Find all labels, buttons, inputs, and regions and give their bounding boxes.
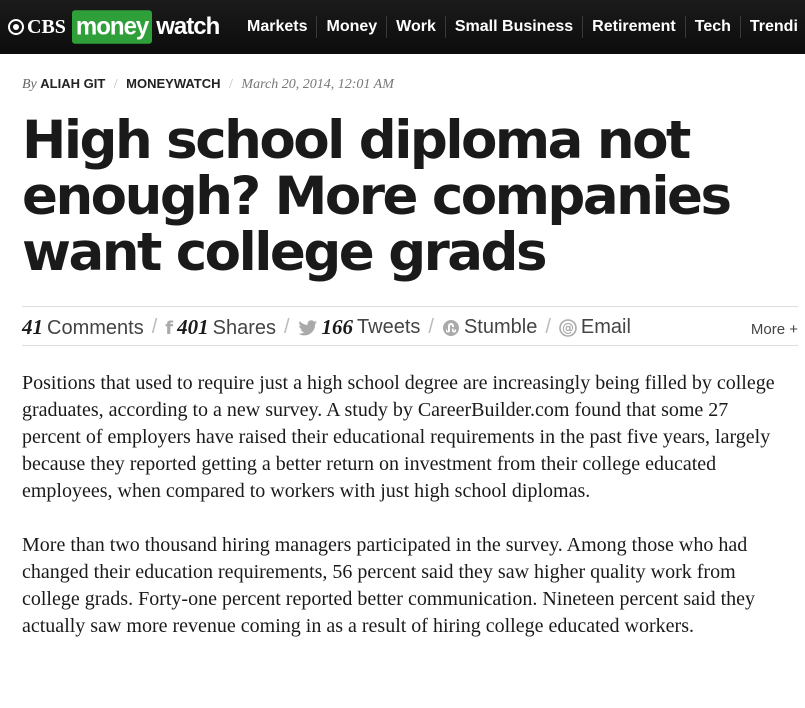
byline-separator: / xyxy=(229,77,233,92)
nav-work[interactable]: Work xyxy=(386,16,445,38)
article-paragraph: More than two thousand hiring managers p… xyxy=(22,534,756,637)
nav-money[interactable]: Money xyxy=(316,16,386,38)
share-divider: / xyxy=(151,316,158,338)
share-divider: / xyxy=(283,316,290,338)
author-link[interactable]: ALIAH GIT xyxy=(40,76,105,91)
comments-label: Comments xyxy=(47,317,144,339)
at-sign-icon: @ xyxy=(559,318,577,337)
nav-markets[interactable]: Markets xyxy=(238,16,316,38)
section-nav: Markets Money Work Small Business Retire… xyxy=(238,0,805,54)
email-share-button[interactable]: @ Email xyxy=(559,316,631,339)
nav-tech[interactable]: Tech xyxy=(684,16,740,38)
publish-date: March 20, 2014, 12:01 AM xyxy=(241,77,394,92)
tweets-count: 166 xyxy=(321,315,354,339)
twitter-bird-icon xyxy=(298,319,318,336)
logo-cbs-text: CBS xyxy=(27,15,66,38)
tweets-label: Tweets xyxy=(357,316,421,338)
nav-trending[interactable]: Trendi xyxy=(739,16,805,38)
email-label: Email xyxy=(580,316,631,338)
comments-button[interactable]: 41 Comments xyxy=(22,315,144,340)
share-divider: / xyxy=(428,316,434,338)
byline: By ALIAH GIT / MONEYWATCH / March 20, 20… xyxy=(22,76,394,93)
shares-count: 401 xyxy=(177,315,209,339)
nav-retirement[interactable]: Retirement xyxy=(582,16,685,38)
top-nav-bar: CBS money watch Markets Money Work Small… xyxy=(0,0,805,54)
byline-by: By xyxy=(22,77,37,92)
article-headline: High school diploma not enough? More com… xyxy=(22,110,732,283)
stumble-label: Stumble xyxy=(463,316,538,338)
cbs-moneywatch-logo[interactable]: CBS money watch xyxy=(8,8,220,46)
nav-small-business[interactable]: Small Business xyxy=(444,16,582,38)
source-link[interactable]: MONEYWATCH xyxy=(126,76,220,91)
stumble-share-button[interactable]: Stumble xyxy=(442,316,537,339)
logo-watch-text: watch xyxy=(156,13,220,40)
facebook-share-button[interactable]: f 401 Shares xyxy=(165,315,276,340)
article-paragraph: Positions that used to require just a hi… xyxy=(22,372,775,502)
more-share-options-button[interactable]: More + xyxy=(751,321,798,338)
cbs-eye-icon xyxy=(8,19,24,35)
facebook-icon: f xyxy=(165,318,174,339)
share-divider: / xyxy=(545,316,551,338)
twitter-share-button[interactable]: 166 Tweets xyxy=(298,315,421,340)
share-bar: 41 Comments / f 401 Shares / 166 Tweets / St… xyxy=(22,306,798,346)
stumbleupon-icon xyxy=(442,319,460,337)
logo-money-text: money xyxy=(71,10,153,44)
svg-text:@: @ xyxy=(562,321,574,335)
article-body: Positions that used to require just a hi… xyxy=(22,370,792,667)
byline-separator: / xyxy=(113,77,118,92)
comments-count: 41 xyxy=(22,315,43,339)
shares-label: Shares xyxy=(212,317,276,339)
